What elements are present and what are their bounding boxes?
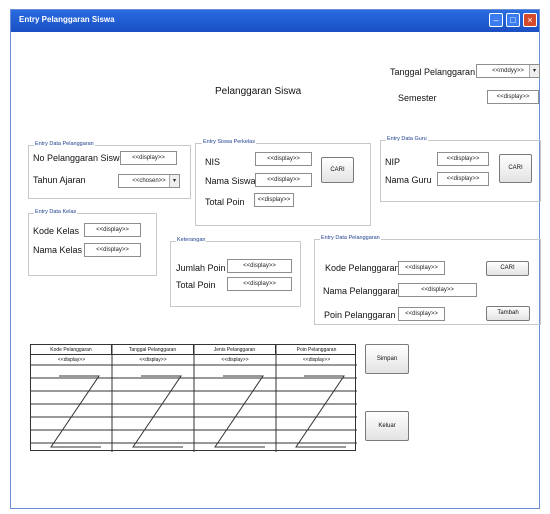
nip-field[interactable]: <<display>> <box>437 152 489 166</box>
tanggal-value: <<mddyy>> <box>492 68 524 74</box>
close-icon: × <box>527 15 533 25</box>
group-entry-siswa-legend: Entry Siswa Perkelas <box>202 139 256 145</box>
kode-kelas-label: Kode Kelas <box>33 226 80 236</box>
window-title: Entry Pelanggaran Siswa <box>19 15 115 24</box>
total-poin-field[interactable]: <<display>> <box>227 277 292 291</box>
close-button[interactable]: × <box>523 13 537 27</box>
pelanggaran-table[interactable]: Kode Pelanggaran Tanggal Pelanggaran Jen… <box>30 344 357 452</box>
nama-guru-field[interactable]: <<display>> <box>437 172 489 186</box>
chevron-down-icon: ▾ <box>169 175 179 187</box>
kode-pelanggaran-field[interactable]: <<display>> <box>398 261 445 275</box>
tahun-ajaran-value: <<chosen>> <box>132 178 166 184</box>
cari-pelanggaran-button[interactable]: CARI <box>486 261 529 276</box>
simpan-button[interactable]: Simpan <box>365 344 409 374</box>
nama-pelanggaran-label: Nama Pelanggaran <box>323 286 401 296</box>
nama-siswa-label: Nama Siswa <box>205 176 256 186</box>
tahun-ajaran-label: Tahun Ajaran <box>33 175 86 185</box>
kode-kelas-field[interactable]: <<display>> <box>84 223 141 237</box>
nip-label: NIP <box>385 157 401 167</box>
group-entry-guru-legend: Entry Data Guru <box>386 136 428 142</box>
minimize-button[interactable]: – <box>489 13 503 27</box>
poin-pelanggaran-field[interactable]: <<display>> <box>398 307 445 321</box>
no-pelanggaran-field[interactable]: <<display>> <box>120 151 177 165</box>
group-entry-pelanggaran-legend: Entry Data Pelanggaran <box>34 141 95 147</box>
page-title: Pelanggaran Siswa <box>215 86 302 97</box>
cari-siswa-button[interactable]: CARI <box>321 157 354 183</box>
tambah-button[interactable]: Tambah <box>486 306 530 321</box>
nis-label: NIS <box>205 157 221 167</box>
semester-field[interactable]: <<display>> <box>487 90 539 104</box>
keluar-button[interactable]: Keluar <box>365 411 409 441</box>
nama-kelas-field[interactable]: <<display>> <box>84 243 141 257</box>
kode-pelanggaran-label: Kode Pelanggaran <box>325 263 400 273</box>
jumlah-poin-label: Jumlah Poin <box>176 263 226 273</box>
title-bar: Entry Pelanggaran Siswa – □ × <box>11 10 539 32</box>
tanggal-label: Tanggal Pelanggaran <box>390 67 476 77</box>
nis-field[interactable]: <<display>> <box>255 152 312 166</box>
nama-guru-label: Nama Guru <box>385 175 432 185</box>
total-poin-label: Total Poin <box>176 280 216 290</box>
group-entry-kelas-legend: Entry Data Kelas <box>34 209 78 215</box>
jumlah-poin-field[interactable]: <<display>> <box>227 259 292 273</box>
total-poin-siswa-label: Total Poin <box>205 197 245 207</box>
maximize-icon: □ <box>510 15 516 25</box>
table-grid-lines <box>31 345 357 452</box>
nama-siswa-field[interactable]: <<display>> <box>255 173 312 187</box>
tanggal-date-picker[interactable]: <<mddyy>> ▾ <box>476 64 540 78</box>
semester-label: Semester <box>398 93 437 103</box>
group-keterangan <box>170 241 301 307</box>
maximize-button[interactable]: □ <box>506 13 520 27</box>
chevron-down-icon: ▾ <box>529 65 539 77</box>
group-keterangan-legend: Keterangan <box>176 237 207 243</box>
no-pelanggaran-label: No Pelanggaran Siswa <box>33 153 125 163</box>
poin-pelanggaran-label: Poin Pelanggaran <box>324 310 396 320</box>
tahun-ajaran-select[interactable]: <<chosen>> ▾ <box>118 174 180 188</box>
total-poin-siswa-field[interactable]: <<display>> <box>254 193 294 207</box>
nama-kelas-label: Nama Kelas <box>33 245 83 255</box>
minimize-icon: – <box>493 15 499 25</box>
nama-pelanggaran-field[interactable]: <<display>> <box>398 283 477 297</box>
cari-guru-button[interactable]: CARI <box>499 154 532 183</box>
group-entry-data-pelanggaran-legend: Entry Data Pelanggaran <box>320 235 381 241</box>
